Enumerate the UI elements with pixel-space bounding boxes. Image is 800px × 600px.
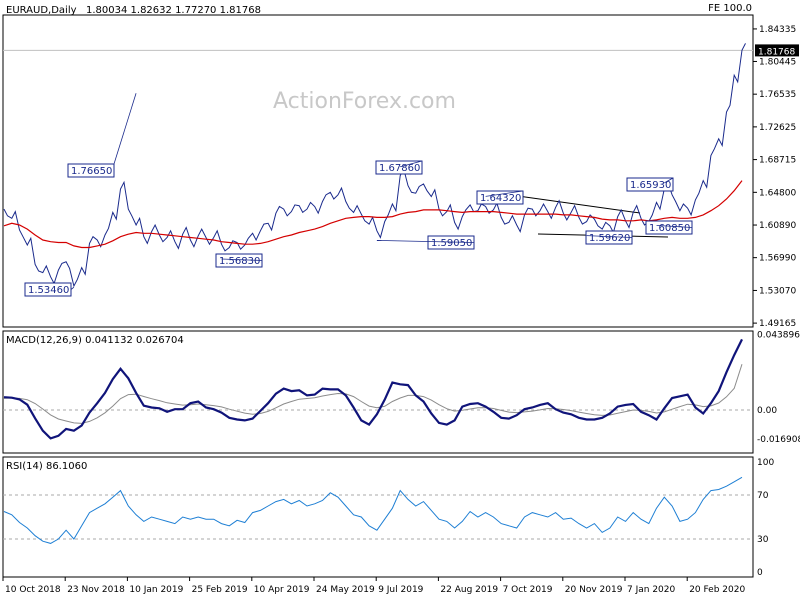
x-tick-label: 24 May 2019 <box>316 585 375 595</box>
price-y-tick-label: 1.56990 <box>759 254 796 264</box>
annotation-label: 1.67860 <box>379 163 420 174</box>
annotation-label: 1.76650 <box>71 166 112 177</box>
annotation-label: 1.53460 <box>28 285 69 296</box>
chart-header-symbol: EURAUD,Daily <box>6 5 77 16</box>
rsi-y-tick-label: 100 <box>757 458 774 468</box>
x-tick-label: 10 Jan 2019 <box>129 585 183 595</box>
annotation-label: 1.59620 <box>589 233 630 244</box>
price-y-tick-label: 1.80445 <box>759 57 796 67</box>
price-y-tick-label: 1.72625 <box>759 123 796 133</box>
macd-title: MACD(12,26,9) 0.041132 0.026704 <box>6 335 184 346</box>
annotation-label: 1.56830 <box>219 256 260 267</box>
price-y-tick-label: 1.68715 <box>759 156 796 166</box>
chart-header-ohlc: 1.80034 1.82632 1.77270 1.81768 <box>86 5 261 16</box>
price-y-tick-label: 1.53070 <box>759 286 796 296</box>
rsi-title: RSI(14) 86.1060 <box>6 461 87 472</box>
annotation-label: 1.59050 <box>431 238 472 249</box>
price-y-tick-label: 1.49165 <box>759 319 796 329</box>
macd-y-tick-label: 0.00 <box>757 406 777 416</box>
x-tick-label: 10 Oct 2018 <box>5 585 61 595</box>
x-tick-label: 23 Nov 2018 <box>67 585 125 595</box>
x-tick-label: 7 Jan 2020 <box>627 585 675 595</box>
macd-y-tick-label: 0.043896 <box>757 331 800 341</box>
x-tick-label: 25 Feb 2019 <box>192 585 248 595</box>
annotation-label: 1.64320 <box>480 193 521 204</box>
x-tick-label: 9 Jul 2019 <box>378 585 423 595</box>
macd-y-tick-label: -0.016908 <box>757 435 800 445</box>
x-tick-label: 20 Feb 2020 <box>689 585 745 595</box>
rsi-y-tick-label: 30 <box>757 535 769 545</box>
price-y-tick-label: 1.64800 <box>759 188 796 198</box>
annotation-label: 1.60850 <box>649 223 690 234</box>
chart-canvas: EURAUD,Daily 1.80034 1.82632 1.77270 1.8… <box>0 0 800 600</box>
rsi-y-tick-label: 0 <box>757 568 763 578</box>
price-y-tick-label: 1.60890 <box>759 221 796 231</box>
rsi-y-tick-label: 70 <box>757 491 769 501</box>
price-y-tick-label: 1.84335 <box>759 25 796 35</box>
annotation-label: 1.65930 <box>630 180 671 191</box>
watermark: ActionForex.com <box>273 89 456 114</box>
x-tick-label: 22 Aug 2019 <box>440 585 498 595</box>
current-price-label: 1.81768 <box>758 47 795 57</box>
x-tick-label: 7 Oct 2019 <box>503 585 553 595</box>
x-tick-label: 20 Nov 2019 <box>565 585 623 595</box>
x-tick-label: 10 Apr 2019 <box>254 585 310 595</box>
price-y-tick-label: 1.76535 <box>759 90 796 100</box>
fe-label: FE 100.0 <box>708 3 752 14</box>
